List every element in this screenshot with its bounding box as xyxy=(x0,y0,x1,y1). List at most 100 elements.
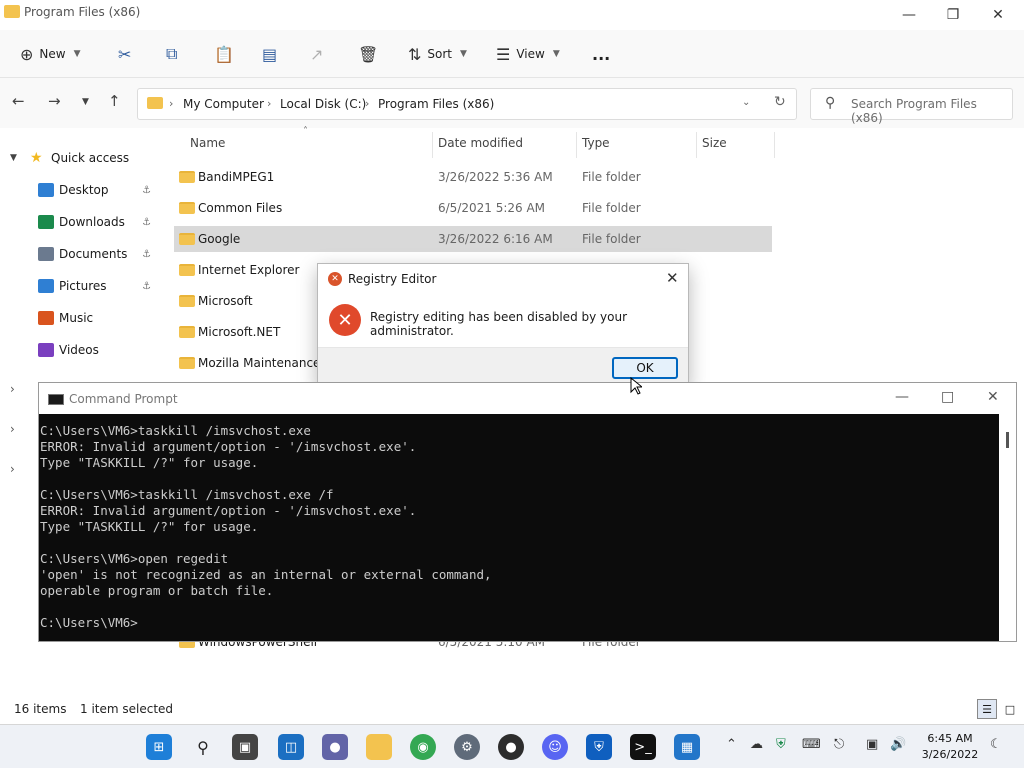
task-view-icon[interactable]: ▣ xyxy=(232,734,258,760)
sidebar-item-label: Pictures xyxy=(59,279,107,293)
widgets-icon[interactable]: ◫ xyxy=(278,734,304,760)
see-more-button[interactable]: ... xyxy=(592,38,610,70)
more-icon: ... xyxy=(592,44,611,64)
pictures-icon xyxy=(38,279,54,293)
network-icon[interactable]: ▣ xyxy=(866,737,878,752)
folder-icon xyxy=(179,264,195,276)
minimize-button[interactable]: — xyxy=(886,0,932,30)
scrollbar[interactable] xyxy=(999,414,1016,641)
up-button[interactable]: ↑ xyxy=(108,92,121,110)
breadcrumb-my-computer[interactable]: My Computer xyxy=(183,97,264,111)
regedit-icon[interactable]: ▦ xyxy=(674,734,700,760)
sidebar-item-label: Desktop xyxy=(59,183,109,197)
security-shield-icon[interactable]: ⛨ xyxy=(586,734,612,760)
console-line: C:\Users\VM6>open regedit xyxy=(40,551,229,566)
file-explorer-icon[interactable] xyxy=(366,734,392,760)
dialog-title: Registry Editor xyxy=(348,272,437,286)
notification-icon[interactable]: ☾ xyxy=(990,737,1002,752)
minimize-button[interactable]: — xyxy=(895,389,909,405)
column-header-name[interactable]: Name xyxy=(190,136,225,150)
chevron-down-icon[interactable]: ▼ xyxy=(10,153,17,163)
close-button[interactable]: ✕ xyxy=(975,0,1021,30)
chevron-down-icon[interactable]: ⌄ xyxy=(742,97,750,108)
column-divider[interactable] xyxy=(576,132,577,158)
file-row[interactable]: Google 3/26/2022 6:16 AM File folder xyxy=(174,226,772,252)
folder-icon xyxy=(147,97,163,109)
column-header-size[interactable]: Size xyxy=(702,136,727,150)
sidebar-item-pictures[interactable]: Pictures ⚓ xyxy=(0,273,160,299)
ok-button[interactable]: OK xyxy=(612,357,678,379)
column-header-date[interactable]: Date modified xyxy=(438,136,523,150)
file-name: Microsoft xyxy=(198,294,253,308)
dialog-close-button[interactable]: ✕ xyxy=(666,269,679,287)
breadcrumb-program-files[interactable]: Program Files (x86) xyxy=(378,97,494,111)
plus-icon: ⊕ xyxy=(20,44,34,64)
pin-icon: ⚓ xyxy=(142,216,151,228)
details-view-button[interactable]: ☰ xyxy=(977,699,997,719)
chrome-icon[interactable]: ◉ xyxy=(410,734,436,760)
scrollbar-thumb[interactable] xyxy=(1006,432,1009,448)
sort-label: Sort xyxy=(427,47,453,61)
shield-icon[interactable]: ⛨ xyxy=(776,737,786,752)
back-button[interactable]: ← xyxy=(12,92,25,110)
share-button[interactable]: ↗ xyxy=(310,38,323,70)
chevron-right-icon: › xyxy=(267,97,272,110)
clock[interactable]: 6:45 AM 3/26/2022 xyxy=(914,731,986,763)
file-row[interactable]: BandiMPEG1 3/26/2022 5:36 AM File folder xyxy=(174,164,772,190)
maximize-button[interactable]: ❐ xyxy=(930,0,976,30)
chevron-right-icon: › xyxy=(365,97,370,110)
console-output[interactable]: C:\Users\VM6>taskkill /imsvchost.exe ERRO… xyxy=(39,423,999,641)
column-divider[interactable] xyxy=(696,132,697,158)
copy-button[interactable]: ⧉ xyxy=(166,38,177,70)
discord-icon[interactable]: ☺ xyxy=(542,734,568,760)
keyboard-icon[interactable]: ⌨ xyxy=(802,737,821,752)
view-button[interactable]: ☰ View ▼ xyxy=(496,38,560,70)
delete-button[interactable]: 🗑 xyxy=(358,38,378,70)
sidebar-item-quick-access[interactable]: ▼ ★ Quick access xyxy=(0,145,160,171)
window-title: Program Files (x86) xyxy=(24,5,141,19)
sort-button[interactable]: ⇅ Sort ▼ xyxy=(408,38,467,70)
recent-locations-button[interactable]: ▼ xyxy=(82,97,89,107)
refresh-icon[interactable]: ↻ xyxy=(774,94,786,110)
microphone-icon[interactable]: ⎋ xyxy=(834,737,844,752)
chevron-up-icon[interactable]: ⌃ xyxy=(726,737,737,752)
address-bar[interactable]: › My Computer › Local Disk (C:) › Progra… xyxy=(137,88,797,120)
sidebar-item-documents[interactable]: Documents ⚓ xyxy=(0,241,160,267)
maximize-button[interactable]: □ xyxy=(941,389,954,405)
terminal-icon[interactable]: >_ xyxy=(630,734,656,760)
large-icons-view-button[interactable]: □ xyxy=(1000,699,1020,719)
chevron-right-icon[interactable]: › xyxy=(10,382,15,396)
sidebar-item-videos[interactable]: Videos xyxy=(0,337,160,363)
volume-icon[interactable]: 🔊 xyxy=(890,737,906,752)
chat-icon[interactable]: ● xyxy=(322,734,348,760)
chevron-right-icon[interactable]: › xyxy=(10,462,15,476)
cut-button[interactable]: ✂ xyxy=(118,38,131,70)
search-box[interactable]: ⚲ Search Program Files (x86) xyxy=(810,88,1013,125)
sidebar-item-downloads[interactable]: Downloads ⚓ xyxy=(0,209,160,235)
settings-icon[interactable]: ⚙ xyxy=(454,734,480,760)
cmd-icon xyxy=(48,394,64,405)
music-icon xyxy=(38,311,54,325)
close-button[interactable]: ✕ xyxy=(987,389,999,405)
new-button[interactable]: ⊕ New ▼ xyxy=(20,38,81,70)
sidebar-item-music[interactable]: Music xyxy=(0,305,160,331)
cloud-icon[interactable]: ☁ xyxy=(750,737,763,752)
column-header-type[interactable]: Type xyxy=(582,136,610,150)
obs-icon[interactable]: ● xyxy=(498,734,524,760)
pin-icon: ⚓ xyxy=(142,184,151,196)
chevron-right-icon[interactable]: › xyxy=(10,422,15,436)
sidebar-item-desktop[interactable]: Desktop ⚓ xyxy=(0,177,160,203)
forward-button[interactable]: → xyxy=(48,92,61,110)
search-icon[interactable]: ⚲ xyxy=(190,734,216,760)
rename-button[interactable]: ▤ xyxy=(262,38,277,70)
file-row[interactable]: Common Files 6/5/2021 5:26 AM File folder xyxy=(174,195,772,221)
rename-icon: ▤ xyxy=(262,44,278,64)
column-divider[interactable] xyxy=(432,132,433,158)
download-icon xyxy=(38,215,54,229)
start-icon[interactable]: ⊞ xyxy=(146,734,172,760)
column-divider[interactable] xyxy=(774,132,775,158)
console-line: operable program or batch file. xyxy=(40,583,274,598)
paste-button[interactable]: 📋 xyxy=(214,38,234,70)
breadcrumb-local-disk[interactable]: Local Disk (C:) xyxy=(280,97,366,111)
